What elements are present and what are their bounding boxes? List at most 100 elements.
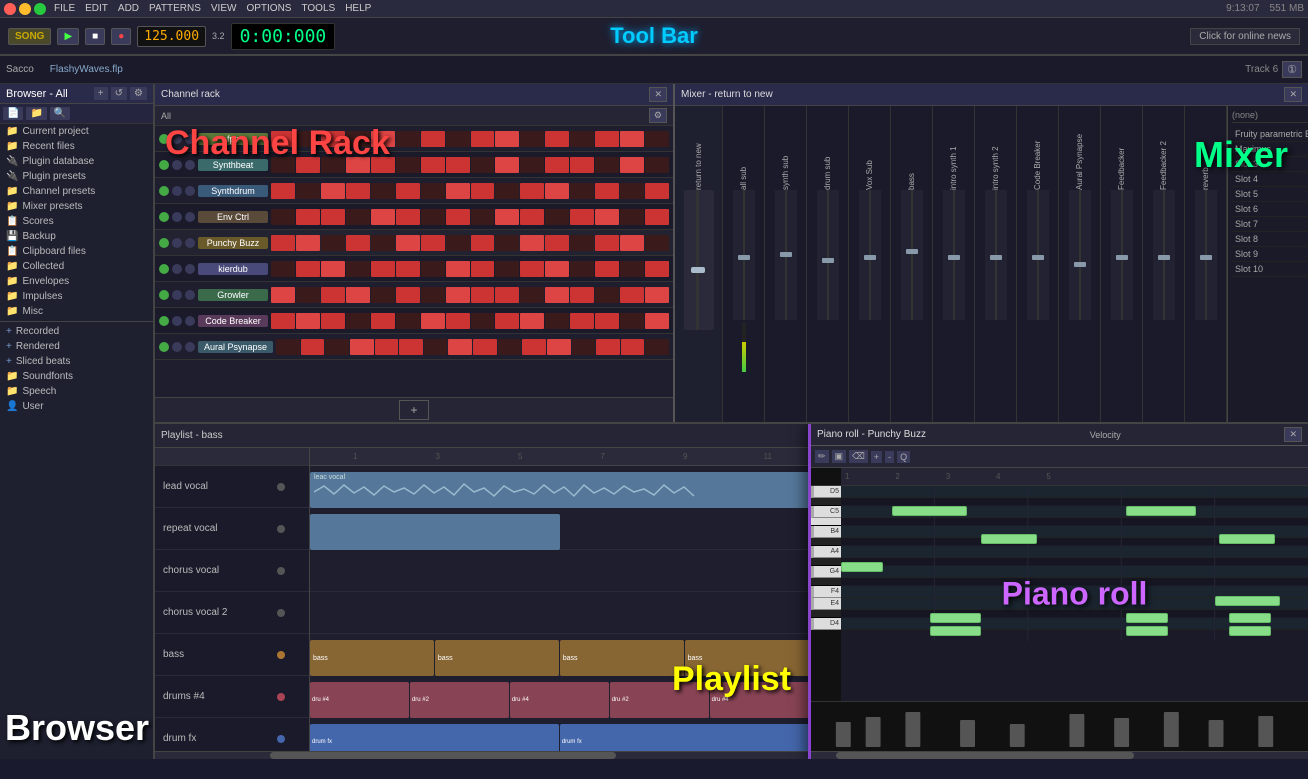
pr-note-b4-1[interactable] [981, 534, 1037, 544]
timeline-block-bass[interactable]: bass [310, 640, 434, 676]
pad[interactable] [296, 235, 320, 251]
menu-edit[interactable]: EDIT [85, 3, 108, 14]
pr-tool-pencil[interactable]: ✏ [815, 450, 829, 463]
pad[interactable] [371, 261, 395, 277]
channel-solo-button[interactable] [185, 290, 195, 300]
timeline-block-repeatv[interactable] [310, 514, 560, 550]
piano-key-fs4[interactable] [811, 578, 841, 586]
piano-key-as4[interactable] [811, 538, 841, 546]
pad[interactable] [446, 209, 470, 225]
channel-mute-button[interactable] [159, 342, 169, 352]
menu-add[interactable]: ADD [118, 3, 139, 14]
pad[interactable] [645, 157, 669, 173]
pad[interactable] [520, 131, 544, 147]
pad[interactable] [421, 261, 445, 277]
pad[interactable] [545, 131, 569, 147]
browser-item-clipboard-files[interactable]: 📋 Clipboard files [0, 244, 153, 259]
pad[interactable] [296, 313, 320, 329]
channel-select-button[interactable] [172, 212, 182, 222]
browser-item-channel-presets[interactable]: 📁 Channel presets [0, 184, 153, 199]
channel-name-synthbeat[interactable]: Synthbeat [198, 159, 268, 171]
mixer-fader-area[interactable] [1153, 190, 1175, 320]
pad[interactable] [421, 183, 445, 199]
pad[interactable] [371, 157, 395, 173]
browser-item-misc[interactable]: 📁 Misc [0, 304, 153, 319]
menu-options[interactable]: OPTIONS [246, 3, 291, 14]
timeline-block-drums[interactable]: dru #2 [410, 682, 509, 718]
channel-solo-button[interactable] [185, 160, 195, 170]
pad[interactable] [547, 339, 571, 355]
piano-key-b4[interactable] [811, 518, 841, 526]
pr-note-f4-1[interactable] [930, 613, 981, 623]
pad[interactable] [396, 157, 420, 173]
pad[interactable] [371, 287, 395, 303]
pad[interactable] [520, 235, 544, 251]
pad[interactable] [495, 313, 519, 329]
pr-note-g4-1[interactable] [1215, 596, 1280, 606]
pr-note-c5-2[interactable] [1126, 506, 1196, 516]
pr-note-e4-2[interactable] [1126, 626, 1168, 636]
pad[interactable] [520, 261, 544, 277]
piano-key-b4[interactable]: B4 [811, 526, 841, 538]
pad[interactable] [446, 235, 470, 251]
pad[interactable] [371, 131, 395, 147]
pad[interactable] [471, 183, 495, 199]
browser-item-impulses[interactable]: 📁 Impulses [0, 289, 153, 304]
pad[interactable] [399, 339, 423, 355]
channel-mute-button[interactable] [159, 212, 169, 222]
mixer-controls[interactable]: ✕ [1284, 87, 1302, 102]
browser-item-backup[interactable]: 💾 Backup [0, 229, 153, 244]
channel-select-button[interactable] [172, 290, 182, 300]
close-button[interactable] [4, 3, 16, 15]
browser-item-scores[interactable]: 📋 Scores [0, 214, 153, 229]
mixer-fx-item-slot5[interactable]: Slot 5 [1232, 187, 1308, 202]
piano-key-c5[interactable]: C5 [811, 506, 841, 518]
pad[interactable] [371, 209, 395, 225]
pad[interactable] [620, 287, 644, 303]
mixer-fader-area[interactable] [1195, 190, 1217, 320]
pad[interactable] [471, 287, 495, 303]
pad[interactable] [301, 339, 325, 355]
mixer-fader-knob[interactable] [1074, 262, 1086, 267]
pad[interactable] [421, 313, 445, 329]
pad[interactable] [271, 313, 295, 329]
timeline-block-drums[interactable]: dru #4 [310, 682, 409, 718]
pad[interactable] [595, 235, 619, 251]
pad[interactable] [570, 313, 594, 329]
pad[interactable] [545, 183, 569, 199]
browser-item-sliced-beats[interactable]: + Sliced beats [0, 354, 153, 369]
pad[interactable] [545, 287, 569, 303]
piano-key-e4[interactable]: E4 [811, 598, 841, 610]
pad[interactable] [595, 261, 619, 277]
channel-mute-button[interactable] [159, 134, 169, 144]
mixer-fx-item-slot6[interactable]: Slot 6 [1232, 202, 1308, 217]
mixer-fader-knob[interactable] [1032, 255, 1044, 260]
channel-pads-kierdub[interactable] [271, 261, 669, 277]
browser-item-plugin-database[interactable]: 🔌 Plugin database [0, 154, 153, 169]
channel-rack-controls[interactable]: ✕ [649, 87, 667, 102]
channel-pads-aural[interactable] [276, 339, 669, 355]
browser-search-button[interactable]: 🔍 [50, 107, 70, 120]
pad[interactable] [545, 157, 569, 173]
channel-mute-button[interactable] [159, 316, 169, 326]
pad[interactable] [471, 131, 495, 147]
pad[interactable] [350, 339, 374, 355]
browser-settings-button[interactable]: ⚙ [130, 87, 147, 100]
pad[interactable] [645, 183, 669, 199]
channel-select-button[interactable] [172, 186, 182, 196]
browser-new-button[interactable]: 📄 [3, 107, 23, 120]
menu-patterns[interactable]: PATTERNS [149, 3, 201, 14]
pad[interactable] [522, 339, 546, 355]
channel-select-button[interactable] [172, 134, 182, 144]
browser-item-recorded[interactable]: + Recorded [0, 324, 153, 339]
channel-name-aural[interactable]: Aural Psynapse [198, 341, 273, 353]
browser-item-collected[interactable]: 📁 Collected [0, 259, 153, 274]
pad[interactable] [595, 287, 619, 303]
pad[interactable] [545, 209, 569, 225]
pad[interactable] [448, 339, 472, 355]
pad[interactable] [520, 157, 544, 173]
record-button[interactable]: ● [111, 28, 131, 45]
playlist-track-label-leadv[interactable]: lead vocal [155, 466, 309, 508]
browser-item-mixer-presets[interactable]: 📁 Mixer presets [0, 199, 153, 214]
piano-key-cs5[interactable] [811, 498, 841, 506]
